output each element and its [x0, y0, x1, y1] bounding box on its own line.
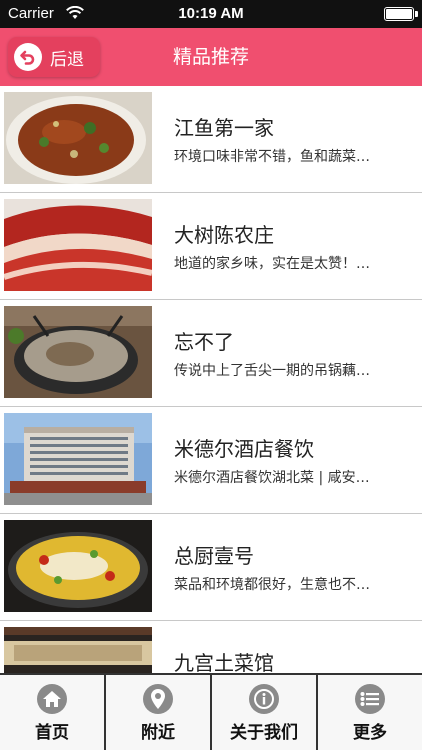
list-item[interactable]: 总厨壹号 菜品和环境都很好，生意也不…: [0, 514, 422, 621]
list-item[interactable]: 大树陈农庄 地道的家乡味，实在是太赞！…: [0, 193, 422, 300]
item-title: 忘不了: [174, 330, 234, 354]
battery-icon: [384, 7, 414, 21]
location-pin-icon: [143, 684, 173, 714]
list-item[interactable]: 江鱼第一家 环境口味非常不错，鱼和蔬菜…: [0, 86, 422, 193]
item-title: 江鱼第一家: [174, 116, 274, 140]
fish-stew-photo: [4, 520, 152, 612]
tab-label: 关于我们: [230, 723, 298, 743]
tab-about-us[interactable]: 关于我们: [212, 675, 318, 750]
item-title: 总厨壹号: [174, 544, 254, 568]
tab-bar: 首页 附近 关于我们 更多: [0, 673, 422, 750]
item-title: 九宫土菜馆: [174, 651, 274, 673]
tab-label: 更多: [353, 723, 387, 743]
list-item[interactable]: 米德尔酒店餐饮 米德尔酒店餐饮湖北菜 | 咸安…: [0, 407, 422, 514]
list-icon: [355, 684, 385, 714]
hotel-building-photo: [4, 413, 152, 505]
braised-fish-photo: [4, 92, 152, 184]
info-icon: [249, 684, 279, 714]
nav-bar: 后退 精品推荐: [0, 28, 422, 86]
cured-meat-photo: [4, 199, 152, 291]
restaurant-sign-photo: [4, 627, 152, 673]
tab-more[interactable]: 更多: [318, 675, 422, 750]
list-item[interactable]: 九宫土菜馆: [0, 621, 422, 673]
item-description: 环境口味非常不错，鱼和蔬菜…: [174, 149, 370, 165]
item-title: 大树陈农庄: [174, 223, 274, 247]
status-bar: Carrier 10:19 AM: [0, 0, 422, 28]
clock: 10:19 AM: [178, 5, 244, 22]
list-item[interactable]: 忘不了 传说中上了舌尖一期的吊锅藕…: [0, 300, 422, 407]
item-description: 传说中上了舌尖一期的吊锅藕…: [174, 363, 370, 379]
item-title: 米德尔酒店餐饮: [174, 437, 314, 461]
page-title: 精品推荐: [172, 46, 249, 68]
home-icon: [37, 684, 67, 714]
restaurant-list: 江鱼第一家 环境口味非常不错，鱼和蔬菜… 大树陈农庄 地道的家乡味，实在是太赞！…: [0, 86, 422, 673]
tab-label: 附近: [141, 723, 175, 743]
hot-pot-photo: [4, 306, 152, 398]
item-description: 米德尔酒店餐饮湖北菜 | 咸安…: [174, 470, 370, 486]
tab-nearby[interactable]: 附近: [106, 675, 212, 750]
item-description: 菜品和环境都很好，生意也不…: [174, 577, 370, 593]
tab-label: 首页: [35, 723, 69, 743]
tab-home[interactable]: 首页: [0, 675, 106, 750]
item-description: 地道的家乡味，实在是太赞！…: [174, 256, 370, 272]
